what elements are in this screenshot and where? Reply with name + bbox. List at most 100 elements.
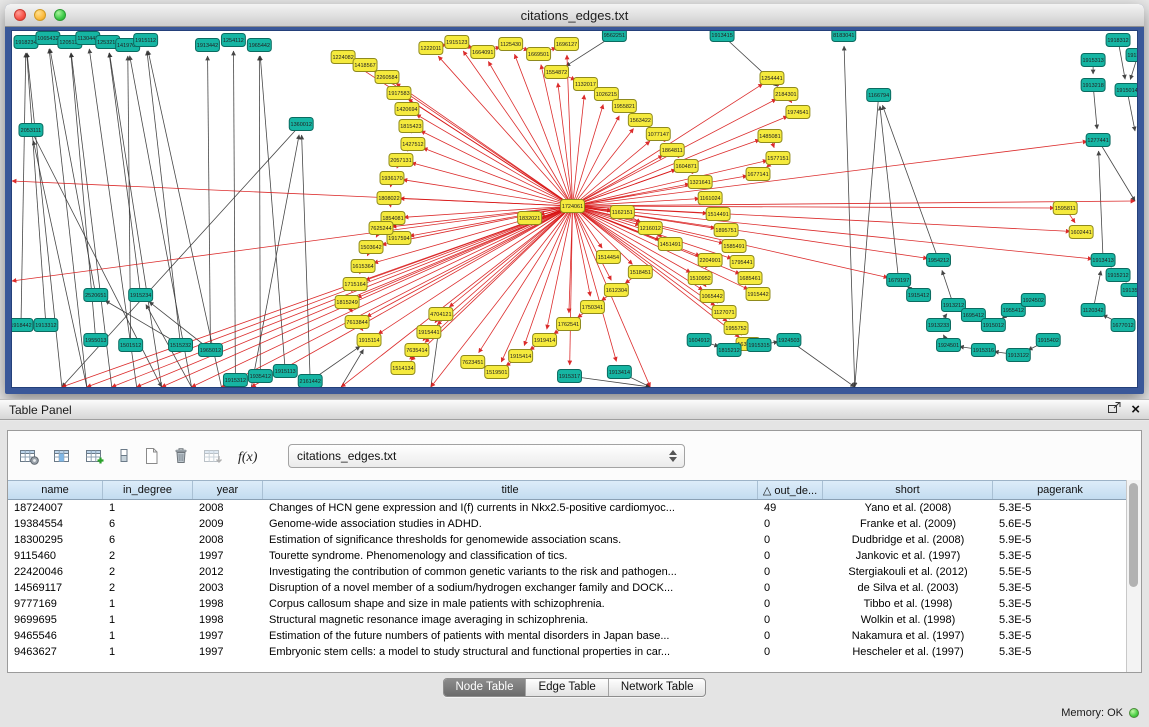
graph-node[interactable]: 1955752 — [724, 322, 748, 335]
graph-node[interactable]: 1519501 — [485, 366, 509, 379]
graph-node[interactable]: 2204901 — [698, 254, 722, 267]
column-header-pagerank[interactable]: pagerank — [993, 481, 1128, 499]
graph-node[interactable]: 1917583 — [387, 87, 411, 100]
graph-node[interactable]: 1669501 — [527, 48, 551, 61]
graph-node[interactable]: 7625244 — [369, 222, 393, 235]
graph-node[interactable]: 1864811 — [660, 144, 684, 157]
table-row[interactable]: 1938455462009Genome-wide association stu… — [8, 516, 1128, 532]
graph-node[interactable]: 1808022 — [377, 192, 401, 205]
graph-node[interactable]: 1954212 — [927, 254, 951, 267]
column-header-title[interactable]: title — [263, 481, 758, 499]
graph-node[interactable]: 1965012 — [199, 344, 223, 357]
graph-node[interactable]: 1125430 — [499, 38, 523, 51]
graph-node[interactable]: 1955821 — [612, 100, 636, 113]
graph-node[interactable]: 7635414 — [405, 344, 429, 357]
graph-node[interactable]: 1935412 — [248, 370, 272, 383]
graph-node[interactable]: 1065432 — [36, 32, 60, 45]
close-panel-icon[interactable]: × — [1131, 403, 1140, 416]
graph-node[interactable]: 1077147 — [646, 128, 670, 141]
graph-node[interactable]: 1554872 — [545, 66, 569, 79]
table-row[interactable]: 1456911722003Disruption of a novel membe… — [8, 580, 1128, 596]
graph-node[interactable]: 1595811 — [1053, 202, 1077, 215]
import-table-icon[interactable] — [202, 446, 224, 466]
graph-node[interactable]: 1514491 — [706, 208, 730, 221]
graph-node[interactable]: 1418567 — [353, 59, 377, 72]
graph-node[interactable]: 1924502 — [1021, 294, 1045, 307]
graph-node[interactable]: 1224082 — [331, 51, 355, 64]
graph-node[interactable]: 1915414 — [509, 350, 533, 363]
graph-node[interactable]: 1895751 — [714, 224, 738, 237]
graph-node[interactable]: 1563422 — [628, 114, 652, 127]
graph-node[interactable]: 1254441 — [760, 72, 784, 85]
graph-node[interactable]: 7623451 — [461, 356, 485, 369]
graph-node[interactable]: 1604871 — [674, 160, 698, 173]
graph-node[interactable]: 1166794 — [867, 89, 891, 102]
graph-node[interactable]: 1924503 — [777, 334, 801, 347]
graph-node[interactable]: 8183041 — [832, 31, 856, 42]
graph-node[interactable]: 1679197 — [887, 274, 911, 287]
tab-network-table[interactable]: Network Table — [609, 679, 706, 696]
graph-node[interactable]: 1918442 — [12, 319, 33, 332]
graph-node[interactable]: 1750341 — [580, 301, 604, 314]
graph-node[interactable]: 1127071 — [712, 306, 736, 319]
graph-node[interactable]: 1915312 — [223, 374, 247, 387]
graph-node[interactable]: 1577151 — [766, 152, 790, 165]
graph-node[interactable]: 1615364 — [351, 260, 375, 273]
tab-node-table[interactable]: Node Table — [444, 679, 527, 696]
graph-node[interactable]: 1913218 — [1081, 79, 1105, 92]
graph-node[interactable]: 1254112 — [221, 34, 245, 47]
delete-table-icon[interactable] — [172, 446, 190, 466]
row-selector-icon[interactable] — [118, 446, 130, 466]
graph-node[interactable]: 1915113 — [273, 365, 297, 378]
graph-node[interactable]: 1518451 — [628, 266, 652, 279]
graph-node[interactable]: 1515232 — [169, 339, 193, 352]
graph-node[interactable]: 1919414 — [533, 334, 557, 347]
graph-node[interactable]: 1585491 — [722, 240, 746, 253]
graph-node[interactable]: 1222011 — [419, 42, 443, 55]
graph-node[interactable]: 1514134 — [391, 362, 415, 375]
table-add-icon[interactable] — [84, 446, 106, 466]
graph-node[interactable]: 1132017 — [574, 78, 598, 91]
table-selector-dropdown[interactable]: citations_edges.txt — [288, 444, 685, 468]
table-row[interactable]: 946554611997Estimation of the future num… — [8, 628, 1128, 644]
graph-node[interactable]: 1913512 — [1121, 284, 1137, 297]
graph-node[interactable]: 1065442 — [700, 290, 724, 303]
graph-node[interactable]: 1677012 — [1111, 319, 1135, 332]
graph-node[interactable]: 1762541 — [557, 318, 581, 331]
graph-node[interactable]: 1321641 — [688, 176, 712, 189]
table-row[interactable]: 946362711997Embryonic stem cells: a mode… — [8, 644, 1128, 660]
graph-node[interactable]: 1965442 — [247, 39, 271, 52]
graph-node[interactable]: 1026215 — [594, 88, 618, 101]
graph-node[interactable]: 7613844 — [345, 316, 369, 329]
column-header-name[interactable]: name — [8, 481, 103, 499]
graph-node[interactable]: 1795441 — [730, 256, 754, 269]
graph-node[interactable]: 1915412 — [907, 289, 931, 302]
graph-node[interactable]: 1915315 — [747, 339, 771, 352]
new-document-icon[interactable] — [142, 446, 160, 466]
table-row[interactable]: 969969511998Structural magnetic resonanc… — [8, 612, 1128, 628]
scrollbar-thumb[interactable] — [1129, 483, 1138, 587]
graph-node[interactable]: 1915112 — [134, 34, 158, 47]
graph-node[interactable]: 1915234 — [129, 289, 153, 302]
table-row[interactable]: 1830029562008Estimation of significance … — [8, 532, 1128, 548]
graph-node[interactable]: 1510952 — [688, 272, 712, 285]
graph-node[interactable]: 1913442 — [196, 39, 220, 52]
graph-node[interactable]: 1501512 — [119, 339, 143, 352]
graph-node[interactable]: 2053111 — [19, 124, 43, 137]
graph-node[interactable]: 1664091 — [471, 46, 495, 59]
graph-node[interactable]: 2520651 — [84, 289, 108, 302]
graph-node[interactable]: 1514454 — [596, 251, 620, 264]
minimize-window-button[interactable] — [34, 9, 46, 21]
graph-node[interactable]: 1913122 — [1006, 349, 1030, 362]
graph-node[interactable]: 1924501 — [937, 339, 961, 352]
graph-node[interactable]: 1974541 — [786, 106, 810, 119]
table-columns-icon[interactable] — [52, 446, 72, 466]
graph-node[interactable]: 1451491 — [658, 238, 682, 251]
graph-node[interactable]: 1277441 — [1086, 134, 1110, 147]
graph-node[interactable]: 1503642 — [359, 241, 383, 254]
graph-node[interactable]: 1360012 — [289, 118, 313, 131]
graph-node[interactable]: 1918312 — [1106, 34, 1130, 47]
column-header-short[interactable]: short — [823, 481, 993, 499]
graph-node[interactable]: 1724061 — [561, 200, 585, 213]
graph-node[interactable]: 1715164 — [343, 278, 367, 291]
